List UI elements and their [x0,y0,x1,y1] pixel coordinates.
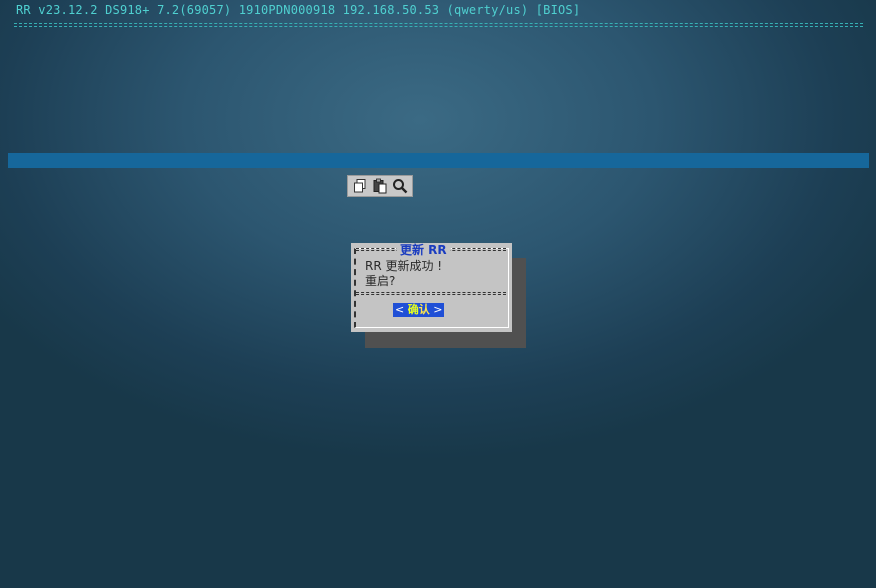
backtitle-band [8,153,869,168]
dialog-message-line1: RR 更新成功 ! [365,259,443,273]
floating-toolbar [347,175,413,197]
confirm-button[interactable]: < 确认 > [393,303,445,317]
button-right-bracket: > [429,303,443,316]
update-dialog: 更新 RR RR 更新成功 ! 重启? < 确认 > [351,243,512,332]
dialog-button-divider [356,292,506,295]
system-status-line: RR v23.12.2 DS918+ 7.2(69057) 1910PDN000… [16,3,581,17]
paste-icon[interactable] [371,177,389,195]
button-label-rest: 认 [418,303,430,316]
dialog-message-line2: 重启? [365,274,396,288]
dialog-title: 更新 RR [397,243,450,257]
header-divider [14,23,863,27]
search-icon[interactable] [391,177,409,195]
button-left-bracket: < [395,303,408,316]
button-hotkey: 确 [407,303,419,316]
copy-icon[interactable] [351,177,369,195]
